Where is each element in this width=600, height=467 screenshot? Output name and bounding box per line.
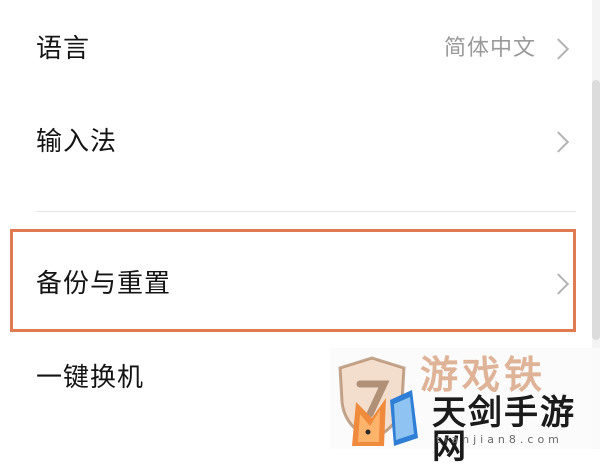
setting-item-language[interactable]: 语言 简体中文 [0,4,600,94]
highlight-box [10,229,576,332]
fox-logo-icon [352,390,418,446]
setting-label-input-method: 输入法 [36,127,118,157]
watermark-faded-text: 游戏铁 [420,353,547,397]
setting-label-language: 语言 [36,34,91,64]
chevron-right-icon [547,38,570,60]
setting-value-language: 简体中文 [443,36,536,61]
settings-screen: 语言 简体中文 输入法 备份与重置 一键换机 游戏铁 天剑手游网 tianjia… [0,0,600,464]
section-divider [36,211,576,212]
chevron-right-icon [547,131,570,153]
watermark-title: 天剑手游网 [432,393,576,467]
setting-item-input-method[interactable]: 输入法 [0,94,600,190]
watermark-subtitle: tianjian8.com [436,433,563,446]
setting-label-phone-transfer: 一键换机 [36,363,145,393]
scrollbar-thumb[interactable] [592,80,600,340]
